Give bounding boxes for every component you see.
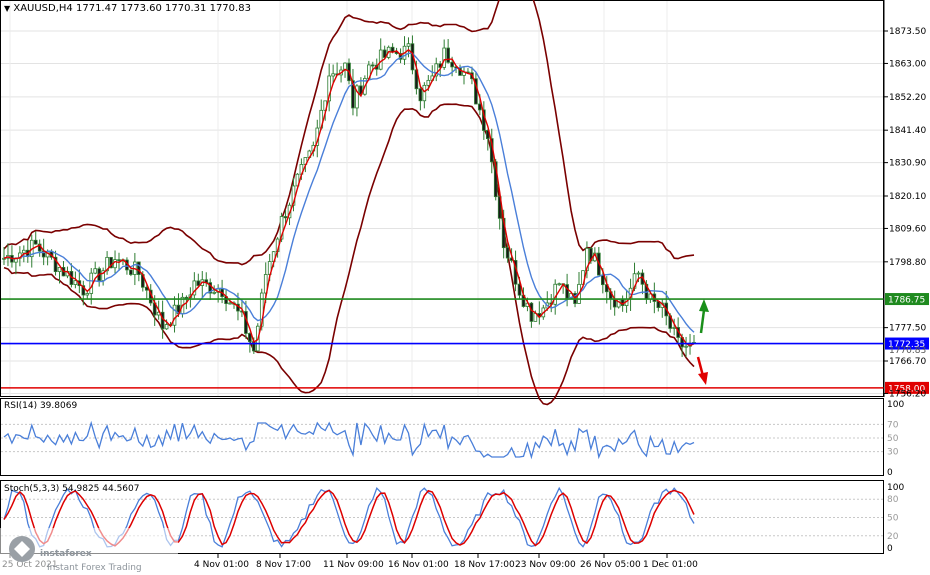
price-tick-label: 1820.10	[889, 192, 926, 202]
candle-body	[22, 249, 26, 254]
time-tick-label: 1 Dec 01:00	[643, 560, 698, 570]
candle-body	[370, 64, 375, 67]
time-tick-label: 4 Nov 01:00	[194, 560, 249, 570]
candle-body	[184, 296, 189, 299]
candle-body	[446, 47, 450, 63]
price-tick-label: 1809.60	[889, 224, 926, 234]
stoch-tick-label: 100	[887, 483, 904, 493]
current-price-label: 1770.83	[889, 346, 926, 356]
stoch-tick-label: 20	[887, 532, 899, 542]
time-tick-label: 11 Nov 09:00	[323, 560, 384, 570]
watermark: instaforex Instant Forex Trading	[0, 528, 178, 574]
watermark-tagline: Instant Forex Trading	[47, 563, 142, 573]
price-tick-label: 1852.20	[889, 93, 926, 103]
rsi-tick-label: 0	[887, 468, 893, 478]
candle-body	[73, 280, 78, 285]
candle-body	[33, 239, 38, 245]
candle-body	[553, 283, 558, 305]
header-arrow-icon: ▼	[4, 4, 11, 13]
time-tick-label: 23 Nov 09:00	[515, 560, 576, 570]
time-tick-label: 16 Nov 01:00	[388, 560, 449, 570]
time-tick-label: 8 Nov 17:00	[256, 560, 311, 570]
candle-body	[331, 73, 335, 77]
price-tick-label: 1756.20	[889, 389, 926, 399]
rsi-tick-label: 30	[887, 448, 899, 458]
candle-body	[442, 47, 446, 68]
stoch-tick-label: 50	[887, 514, 899, 524]
symbol-label: XAUUSD,H4	[13, 3, 73, 14]
price-tick-label: 1873.50	[889, 27, 926, 37]
candle-body	[283, 216, 288, 219]
candle-body	[406, 43, 411, 47]
candle-body	[164, 324, 169, 330]
candle-body	[478, 103, 482, 111]
candle-body	[422, 84, 427, 102]
candle-body	[172, 304, 177, 326]
candle-body	[137, 261, 141, 275]
rsi-tick-label: 100	[887, 400, 904, 410]
time-tick-label: 26 Nov 05:00	[580, 560, 641, 570]
main-panel	[0, 0, 884, 397]
price-tick-label: 1830.90	[889, 159, 926, 169]
candle-body	[228, 302, 232, 305]
candle-body	[93, 268, 98, 274]
price-tick-label: 1766.70	[889, 357, 926, 367]
candle-body	[684, 345, 688, 348]
stoch-label: Stoch(5,3,3) 54.9825 44.5607	[4, 484, 140, 494]
stoch-tick-label: 0	[887, 544, 893, 554]
ohlc-readout: 1771.47 1773.60 1770.31 1770.83	[75, 3, 251, 14]
candle-body	[85, 293, 90, 296]
resistance-tag-label: 1786.75	[888, 296, 925, 306]
rsi-label: RSI(14) 39.8069	[4, 401, 78, 411]
rsi-panel	[0, 398, 884, 476]
candle-body	[160, 311, 165, 330]
rsi-tick-label: 70	[887, 420, 899, 430]
price-tick-label: 1863.00	[889, 59, 926, 69]
candle-body	[426, 79, 431, 86]
candle-body	[600, 274, 605, 286]
price-tick-label: 1841.40	[889, 126, 926, 136]
time-tick-label: 18 Nov 17:00	[454, 560, 515, 570]
price-tick-label: 1798.80	[889, 258, 926, 268]
chart-header: ▼ XAUUSD,H4 1771.47 1773.60 1770.31 1770…	[4, 3, 251, 14]
candle-body	[117, 259, 121, 262]
candle-body	[378, 49, 383, 70]
candle-body	[672, 327, 676, 329]
watermark-brand: instaforex	[40, 549, 92, 559]
candle-body	[248, 333, 252, 343]
candle-body	[129, 269, 133, 275]
price-tick-label: 1777.50	[889, 324, 926, 334]
candle-body	[529, 302, 534, 322]
chart-canvas: 1786.751772.351758.001770.83 1873.501863…	[0, 0, 929, 574]
candle-body	[113, 259, 117, 269]
candle-body	[450, 61, 454, 68]
candle-body	[557, 283, 561, 286]
candle-body	[418, 88, 423, 102]
candle-body	[212, 291, 216, 294]
candle-body	[636, 272, 641, 275]
stoch-tick-label: 80	[887, 495, 899, 505]
candle-body	[505, 247, 510, 259]
rsi-tick-label: 50	[887, 434, 899, 444]
